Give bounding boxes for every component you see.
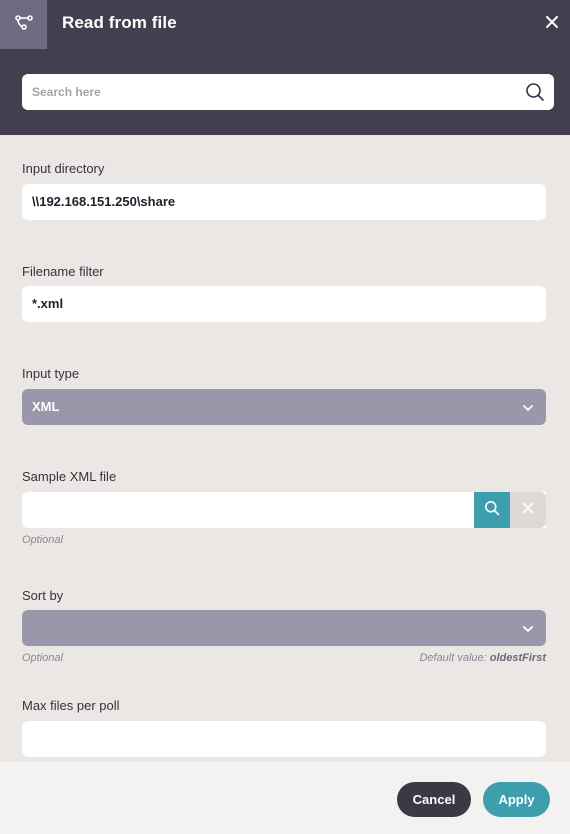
sample-xml-hint: Optional xyxy=(22,534,63,546)
input-directory-field[interactable]: \\192.168.151.250\share xyxy=(22,184,546,220)
input-directory-value: \\192.168.151.250\share xyxy=(32,194,176,209)
clear-file-button[interactable] xyxy=(510,492,546,528)
chevron-down-icon xyxy=(522,401,534,413)
sort-by-label: Sort by xyxy=(22,588,64,603)
dialog-title: Read from file xyxy=(62,13,177,32)
close-button[interactable] xyxy=(542,14,562,34)
flow-icon xyxy=(14,14,33,35)
filename-filter-value: *.xml xyxy=(32,296,64,311)
input-directory-label: Input directory xyxy=(22,161,105,176)
search-box xyxy=(22,74,554,110)
cancel-button[interactable]: Cancel xyxy=(397,782,471,817)
sample-xml-label: Sample XML file xyxy=(22,469,117,484)
default-value-label: Default value: xyxy=(419,652,487,664)
sort-by-select[interactable] xyxy=(22,610,546,646)
dialog-header: Read from file xyxy=(0,0,570,135)
sort-by-default: Default value: oldestFirst xyxy=(419,652,546,664)
input-type-label: Input type xyxy=(22,366,80,381)
sort-by-hint: Optional xyxy=(22,652,63,664)
close-icon xyxy=(545,15,559,34)
input-type-select[interactable]: XML xyxy=(22,389,546,425)
chevron-down-icon xyxy=(522,622,534,634)
filename-filter-label: Filename filter xyxy=(22,264,104,279)
browse-file-button[interactable] xyxy=(474,492,510,528)
default-value: oldestFirst xyxy=(489,652,546,664)
apply-button[interactable]: Apply xyxy=(483,782,550,817)
search-input[interactable] xyxy=(22,74,554,110)
close-icon xyxy=(522,501,534,519)
node-type-badge xyxy=(0,0,47,49)
search-icon xyxy=(484,500,500,521)
search-icon[interactable] xyxy=(525,82,545,102)
filename-filter-field[interactable]: *.xml xyxy=(22,286,546,322)
sample-xml-field[interactable] xyxy=(22,492,546,528)
input-type-value: XML xyxy=(32,399,60,414)
max-files-field[interactable] xyxy=(22,721,546,757)
max-files-label: Max files per poll xyxy=(22,698,120,713)
